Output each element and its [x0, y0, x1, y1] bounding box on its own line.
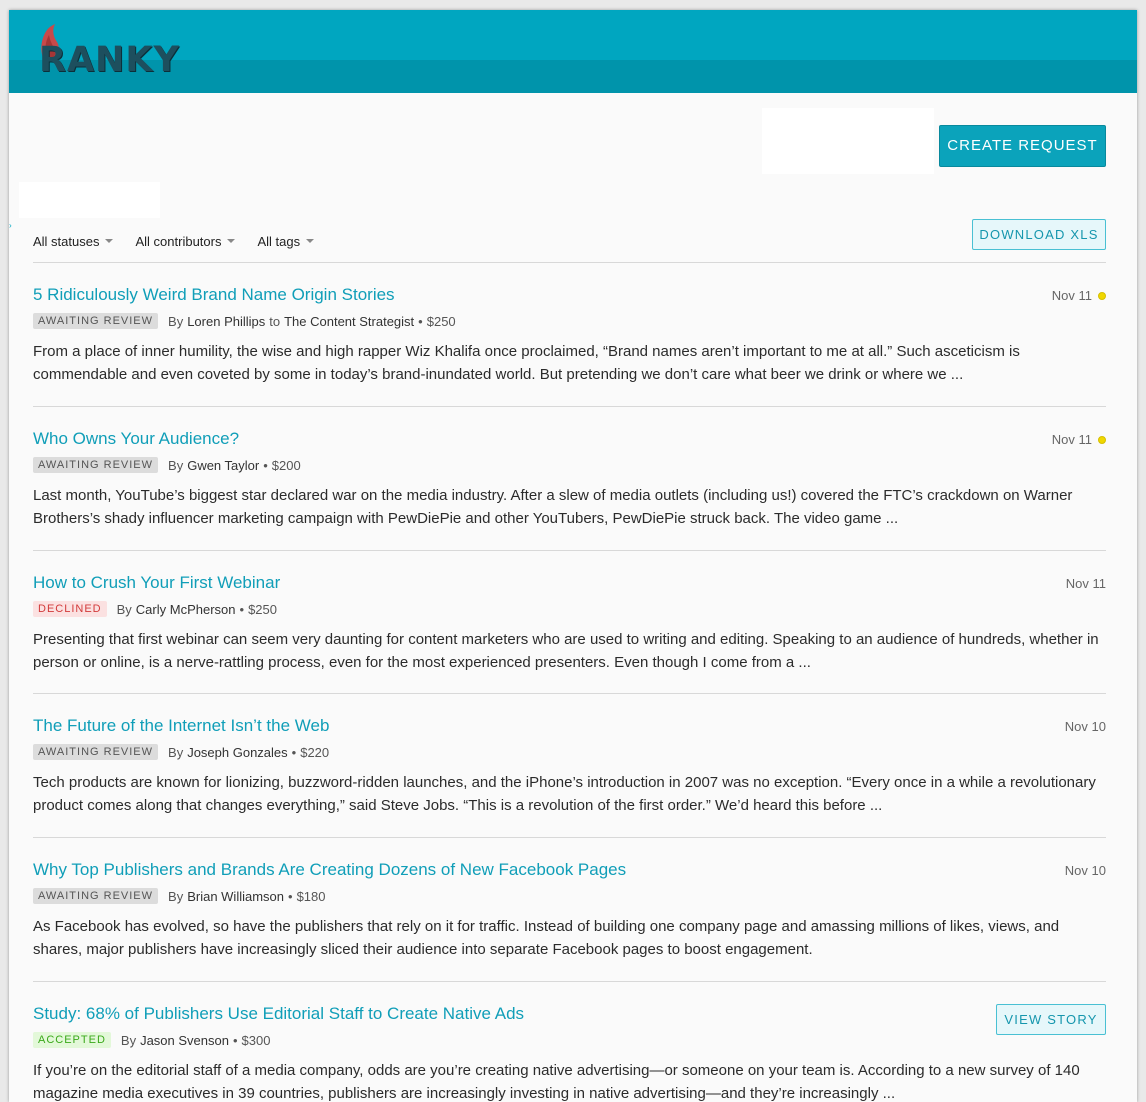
price: $300 — [241, 1032, 271, 1048]
request-date: Nov 11 — [1065, 576, 1106, 591]
app-window: RANKY › CREATE REQUEST All statuses All … — [9, 10, 1137, 1102]
filter-bar: All statuses All contributors All tags — [33, 232, 315, 250]
status-badge: AWAITING REVIEW — [33, 888, 159, 904]
chevron-down-icon — [105, 239, 114, 243]
request-excerpt: Presenting that first webinar can seem v… — [33, 631, 1099, 671]
request-meta: ACCEPTED By Jason Svenson • $300 — [33, 1032, 270, 1048]
request-item: The Future of the Internet Isn’t the Web… — [33, 716, 1106, 846]
request-excerpt: Tech products are known for lionizing, b… — [33, 774, 1096, 814]
request-item: Why Top Publishers and Brands Are Creati… — [33, 860, 1106, 990]
request-title[interactable]: Why Top Publishers and Brands Are Creati… — [33, 860, 626, 880]
divider — [33, 837, 1106, 838]
filter-statuses[interactable]: All statuses — [33, 232, 114, 250]
request-item: Who Owns Your Audience? Nov 11 AWAITING … — [33, 429, 1106, 559]
request-meta: DECLINED By Carly McPherson • $250 — [33, 601, 277, 617]
request-title[interactable]: How to Crush Your First Webinar — [33, 573, 280, 593]
top-bar: RANKY — [9, 10, 1137, 93]
author-name: Loren Phillips — [187, 313, 266, 329]
filter-label: All statuses — [33, 233, 100, 249]
blank-panel — [19, 182, 160, 218]
status-badge: AWAITING REVIEW — [33, 744, 159, 760]
request-date: Nov 10 — [1064, 719, 1106, 734]
filter-tags[interactable]: All tags — [257, 232, 315, 250]
logo-text: RANKY — [39, 40, 180, 80]
request-item: Study: 68% of Publishers Use Editorial S… — [33, 1004, 1106, 1102]
request-title[interactable]: Study: 68% of Publishers Use Editorial S… — [33, 1004, 524, 1024]
request-title[interactable]: 5 Ridiculously Weird Brand Name Origin S… — [33, 285, 395, 305]
divider — [33, 981, 1106, 982]
price: $220 — [300, 744, 330, 760]
price: $250 — [248, 601, 277, 617]
filter-label: All contributors — [135, 233, 222, 249]
request-title[interactable]: Who Owns Your Audience? — [33, 429, 239, 449]
request-title[interactable]: The Future of the Internet Isn’t the Web — [33, 716, 329, 736]
chevron-down-icon — [306, 239, 315, 243]
author-name: Carly McPherson — [135, 601, 236, 617]
filter-label: All tags — [257, 233, 301, 249]
download-xls-button[interactable]: DOWNLOAD XLS — [972, 219, 1106, 250]
author-name: Jason Svenson — [140, 1032, 229, 1048]
status-badge: ACCEPTED — [33, 1032, 111, 1048]
request-date: Nov 11 — [1052, 432, 1106, 447]
price: $250 — [426, 313, 456, 329]
divider — [33, 550, 1106, 551]
create-request-button[interactable]: CREATE REQUEST — [939, 125, 1106, 167]
author-name: Joseph Gonzales — [187, 744, 288, 760]
request-excerpt: Last month, YouTube’s biggest star decla… — [33, 487, 1073, 527]
divider — [33, 262, 1106, 263]
price: $200 — [271, 457, 301, 473]
request-meta: AWAITING REVIEW By Gwen Taylor • $200 — [33, 457, 301, 473]
client-name: The Content Strategist — [284, 313, 415, 329]
view-story-button[interactable]: VIEW STORY — [996, 1004, 1106, 1035]
pending-dot-icon — [1098, 435, 1106, 444]
status-badge: DECLINED — [33, 601, 107, 617]
filter-contributors[interactable]: All contributors — [135, 232, 236, 250]
request-date: Nov 11 — [1052, 288, 1106, 303]
author-name: Brian Williamson — [187, 888, 285, 904]
request-excerpt: If you’re on the editorial staff of a me… — [33, 1062, 1080, 1102]
request-excerpt: From a place of inner humility, the wise… — [33, 343, 1020, 383]
divider — [33, 406, 1106, 407]
request-meta: AWAITING REVIEW By Loren Phillips to The… — [33, 313, 456, 329]
chevron-down-icon — [227, 239, 236, 243]
request-item: 5 Ridiculously Weird Brand Name Origin S… — [33, 285, 1106, 415]
request-excerpt: As Facebook has evolved, so have the pub… — [33, 918, 1060, 958]
divider — [33, 693, 1106, 694]
blank-panel — [762, 108, 934, 174]
request-date: Nov 10 — [1064, 863, 1106, 878]
author-name: Gwen Taylor — [187, 457, 260, 473]
request-item: How to Crush Your First Webinar Nov 11 D… — [33, 573, 1106, 703]
request-meta: AWAITING REVIEW By Brian Williamson • $1… — [33, 888, 326, 904]
side-chevron-right-icon[interactable]: › — [9, 222, 13, 230]
status-badge: AWAITING REVIEW — [33, 313, 159, 329]
ranky-logo[interactable]: RANKY — [35, 24, 185, 82]
status-badge: AWAITING REVIEW — [33, 457, 159, 473]
request-meta: AWAITING REVIEW By Joseph Gonzales • $22… — [33, 744, 329, 760]
price: $180 — [296, 888, 326, 904]
pending-dot-icon — [1098, 291, 1106, 300]
